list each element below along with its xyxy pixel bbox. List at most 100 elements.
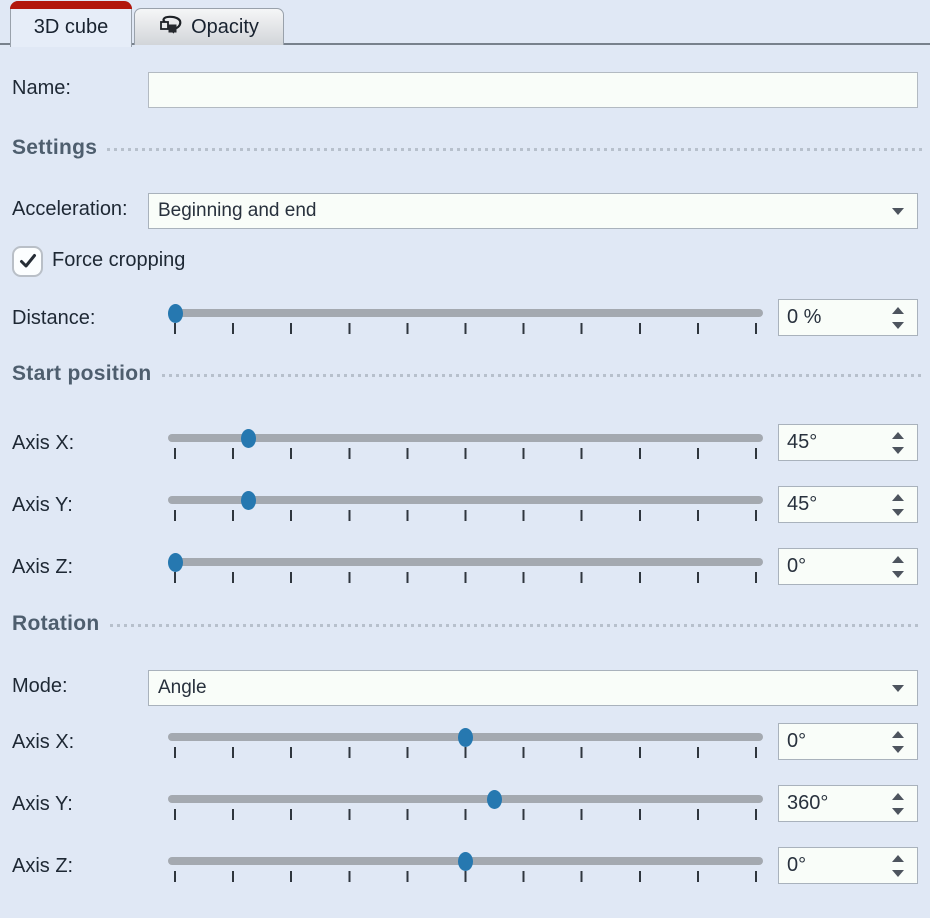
tab-3d-cube-label: 3D cube xyxy=(34,16,109,39)
slider-thumb[interactable] xyxy=(458,728,473,747)
mode-value: Angle xyxy=(158,677,207,699)
section-header-settings: Settings xyxy=(12,134,922,161)
rotation-axis-y-value: 360° xyxy=(779,792,828,815)
spin-down-icon[interactable] xyxy=(892,808,904,815)
dotted-separator xyxy=(110,624,922,627)
slider-ticks xyxy=(174,747,757,758)
start-axis-z-spinbox[interactable]: 0° xyxy=(778,548,918,585)
distance-spinbox[interactable]: 0 % xyxy=(778,299,918,336)
slider-ticks xyxy=(174,323,757,334)
slider-track[interactable] xyxy=(168,558,763,566)
acceleration-value: Beginning and end xyxy=(158,200,316,222)
distance-slider[interactable] xyxy=(168,295,763,339)
spinner-arrows xyxy=(892,848,904,883)
spin-up-icon[interactable] xyxy=(892,731,904,738)
slider-thumb[interactable] xyxy=(168,553,183,572)
start-axis-x-row: Axis X: 45° xyxy=(0,420,930,470)
slider-ticks xyxy=(174,809,757,820)
spin-up-icon[interactable] xyxy=(892,793,904,800)
force-cropping-row: Force cropping xyxy=(0,246,930,296)
section-header-start-position: Start position xyxy=(12,360,922,387)
distance-row: Distance: 0 % xyxy=(0,295,930,345)
rotation-axis-x-value: 0° xyxy=(779,730,806,753)
spin-down-icon[interactable] xyxy=(892,447,904,454)
start-axis-y-value: 45° xyxy=(779,493,817,516)
rotation-title: Rotation xyxy=(12,612,100,636)
slider-thumb[interactable] xyxy=(241,429,256,448)
rotation-axis-z-slider[interactable] xyxy=(168,843,763,887)
settings-title: Settings xyxy=(12,136,97,160)
acceleration-dropdown[interactable]: Beginning and end xyxy=(148,193,918,229)
start-axis-y-label: Axis Y: xyxy=(12,494,73,517)
spin-down-icon[interactable] xyxy=(892,571,904,578)
slider-ticks xyxy=(174,510,757,521)
slider-thumb[interactable] xyxy=(487,790,502,809)
spin-down-icon[interactable] xyxy=(892,322,904,329)
rotation-axis-z-value: 0° xyxy=(779,854,806,877)
name-row: Name: xyxy=(0,72,930,122)
slider-ticks xyxy=(174,871,757,882)
start-axis-x-slider[interactable] xyxy=(168,420,763,464)
rotation-axis-x-slider[interactable] xyxy=(168,719,763,763)
dotted-separator xyxy=(107,148,922,151)
mode-label: Mode: xyxy=(12,675,68,698)
rotation-axis-z-label: Axis Z: xyxy=(12,855,73,878)
distance-value: 0 % xyxy=(779,306,821,329)
start-axis-x-value: 45° xyxy=(779,431,817,454)
rotation-axis-y-label: Axis Y: xyxy=(12,793,73,816)
start-axis-z-label: Axis Z: xyxy=(12,556,73,579)
acceleration-row: Acceleration: Beginning and end xyxy=(0,193,930,243)
start-axis-y-slider[interactable] xyxy=(168,482,763,526)
spin-up-icon[interactable] xyxy=(892,307,904,314)
tab-3d-cube[interactable]: 3D cube xyxy=(10,1,132,47)
rotation-axis-y-row: Axis Y: 360° xyxy=(0,781,930,831)
dotted-separator xyxy=(162,374,922,377)
chevron-down-icon xyxy=(892,685,904,692)
spinner-arrows xyxy=(892,786,904,821)
start-axis-x-label: Axis X: xyxy=(12,432,74,455)
rotation-axis-y-spinbox[interactable]: 360° xyxy=(778,785,918,822)
spin-up-icon[interactable] xyxy=(892,855,904,862)
acceleration-label: Acceleration: xyxy=(12,198,128,221)
distance-label: Distance: xyxy=(12,307,95,330)
spin-up-icon[interactable] xyxy=(892,494,904,501)
spin-up-icon[interactable] xyxy=(892,432,904,439)
rotation-axis-x-row: Axis X: 0° xyxy=(0,719,930,769)
start-axis-z-row: Axis Z: 0° xyxy=(0,544,930,594)
mode-dropdown[interactable]: Angle xyxy=(148,670,918,706)
rotation-axis-x-spinbox[interactable]: 0° xyxy=(778,723,918,760)
start-axis-y-row: Axis Y: 45° xyxy=(0,482,930,532)
chevron-down-icon xyxy=(892,208,904,215)
tab-opacity[interactable]: Opacity xyxy=(134,8,284,45)
name-input[interactable] xyxy=(148,72,918,108)
slider-thumb[interactable] xyxy=(458,852,473,871)
slider-track[interactable] xyxy=(168,434,763,442)
force-cropping-checkbox[interactable] xyxy=(12,246,43,277)
force-cropping-label: Force cropping xyxy=(52,249,185,272)
spinner-arrows xyxy=(892,549,904,584)
section-header-rotation: Rotation xyxy=(12,610,922,637)
tab-opacity-label: Opacity xyxy=(191,16,259,39)
checkmark-icon xyxy=(18,253,38,270)
spinner-arrows xyxy=(892,487,904,522)
spin-down-icon[interactable] xyxy=(892,509,904,516)
spinner-arrows xyxy=(892,425,904,460)
spin-down-icon[interactable] xyxy=(892,870,904,877)
slider-track[interactable] xyxy=(168,795,763,803)
slider-thumb[interactable] xyxy=(168,304,183,323)
slider-track[interactable] xyxy=(168,309,763,317)
spin-down-icon[interactable] xyxy=(892,746,904,753)
opacity-animation-icon xyxy=(159,15,183,37)
tab-bar: 3D cube Opacity xyxy=(0,0,930,45)
slider-ticks xyxy=(174,448,757,459)
start-axis-y-spinbox[interactable]: 45° xyxy=(778,486,918,523)
rotation-axis-y-slider[interactable] xyxy=(168,781,763,825)
slider-track[interactable] xyxy=(168,496,763,504)
mode-row: Mode: Angle xyxy=(0,670,930,720)
rotation-axis-z-spinbox[interactable]: 0° xyxy=(778,847,918,884)
start-axis-z-slider[interactable] xyxy=(168,544,763,588)
start-axis-x-spinbox[interactable]: 45° xyxy=(778,424,918,461)
slider-ticks xyxy=(174,572,757,583)
spin-up-icon[interactable] xyxy=(892,556,904,563)
slider-thumb[interactable] xyxy=(241,491,256,510)
